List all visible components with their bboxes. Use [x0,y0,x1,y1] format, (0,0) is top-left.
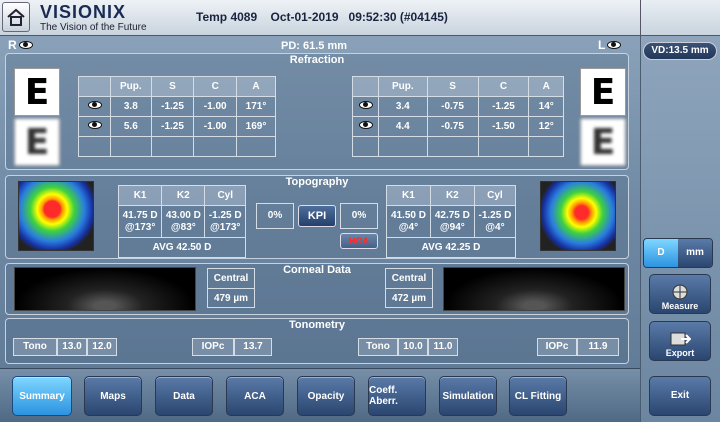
acuity-chart-blurred-right: E [14,118,60,166]
table-row[interactable]: 3.8 -1.25 -1.00 171° [78,96,276,117]
keratometry-table-right: K1 K2 Cyl 41.75 D @173° 43.00 D @83° -1.25 D… [117,185,246,258]
kpi-left-value: 0% [340,203,378,229]
vertex-distance-badge[interactable]: VD:13.5 mm [643,42,717,60]
iopc-right: IOPc 13.7 [192,338,272,356]
tab-coeff-aberr[interactable]: Coeff. Aberr. [368,376,426,416]
measure-icon [672,284,688,300]
logo: VISIONIX The Vision of the Future [40,2,147,33]
exam-info: Temp 4089 Oct-01-2019 09:52:30 (#04145) [196,10,448,24]
acuity-chart-blurred-left: E [580,118,626,166]
tab-data[interactable]: Data [155,376,213,416]
tab-maps[interactable]: Maps [84,376,142,416]
tab-summary[interactable]: Summary [12,376,72,416]
tonometry-title: Tonometry [288,319,346,331]
right-eye-marker: R [8,38,33,52]
table-row[interactable]: 3.4 -0.75 -1.25 14° [352,96,564,117]
kpi-button[interactable]: KPI [298,205,336,227]
avg-k-right: AVG 42.50 D [118,237,246,258]
table-row[interactable]: 5.6 -1.25 -1.00 169° [78,116,276,137]
table-row[interactable]: 4.4 -0.75 -1.50 12° [352,116,564,137]
right-eye-label: R [8,38,17,52]
eye-icon [607,41,622,49]
tab-cl-fitting[interactable]: CL Fitting [509,376,567,416]
hoa-button[interactable]: HOA [340,233,378,249]
right-panel [640,36,720,422]
cornea-scan-left[interactable] [443,267,625,311]
central-thickness-right: Central 479 µm [207,268,255,308]
kpi-right-value: 0% [256,203,294,229]
eye-icon [18,41,33,49]
acuity-chart-sharp-right: E [14,68,60,116]
left-eye-label: L [598,38,606,52]
topography-title: Topography [285,176,349,188]
eye-icon [87,101,102,109]
tab-simulation[interactable]: Simulation [439,376,497,416]
home-icon [7,8,25,26]
unit-mm-option[interactable]: mm [678,239,712,267]
brand-name: VISIONIX [40,2,127,22]
refraction-table-left: Pup. S C A 3.4 -0.75 -1.25 14° 4.4 -0.75 -1.50 12… [352,76,564,157]
brand-tagline: The Vision of the Future [40,22,147,33]
eye-icon [358,121,373,129]
topography-map-left[interactable] [540,181,616,251]
measure-button[interactable]: Measure [649,274,711,314]
pupil-distance: PD: 61.5 mm [281,40,348,52]
refraction-title: Refraction [289,54,345,66]
topography-map-right[interactable] [18,181,94,251]
exit-button[interactable]: Exit [649,376,711,416]
tono-right: Tono 13.0 12.0 [13,338,117,356]
eye-icon [358,101,373,109]
tono-left: Tono 10.0 11.0 [358,338,458,356]
tab-aca[interactable]: ACA [226,376,284,416]
refraction-table-right: Pup. S C A 3.8 -1.25 -1.00 171° 5.6 -1.25 -1.00 1… [78,76,276,157]
iopc-left: IOPc 11.9 [537,338,619,356]
export-button[interactable]: Export [649,321,711,361]
central-thickness-left: Central 472 µm [385,268,433,308]
eye-icon [87,121,102,129]
home-button[interactable] [2,2,30,32]
export-icon [670,332,691,346]
avg-k-left: AVG 42.25 D [386,237,516,258]
unit-d-option[interactable]: D [644,239,678,267]
left-eye-marker: L [598,38,622,52]
acuity-chart-sharp-left: E [580,68,626,116]
keratometry-table-left: K1 K2 Cyl 41.50 D @4° 42.75 D @94° -1.25 D @4… [386,185,517,258]
cornea-scan-right[interactable] [14,267,196,311]
unit-toggle[interactable]: D mm [643,238,713,268]
tab-opacity[interactable]: Opacity [297,376,355,416]
right-header-area [640,0,720,36]
